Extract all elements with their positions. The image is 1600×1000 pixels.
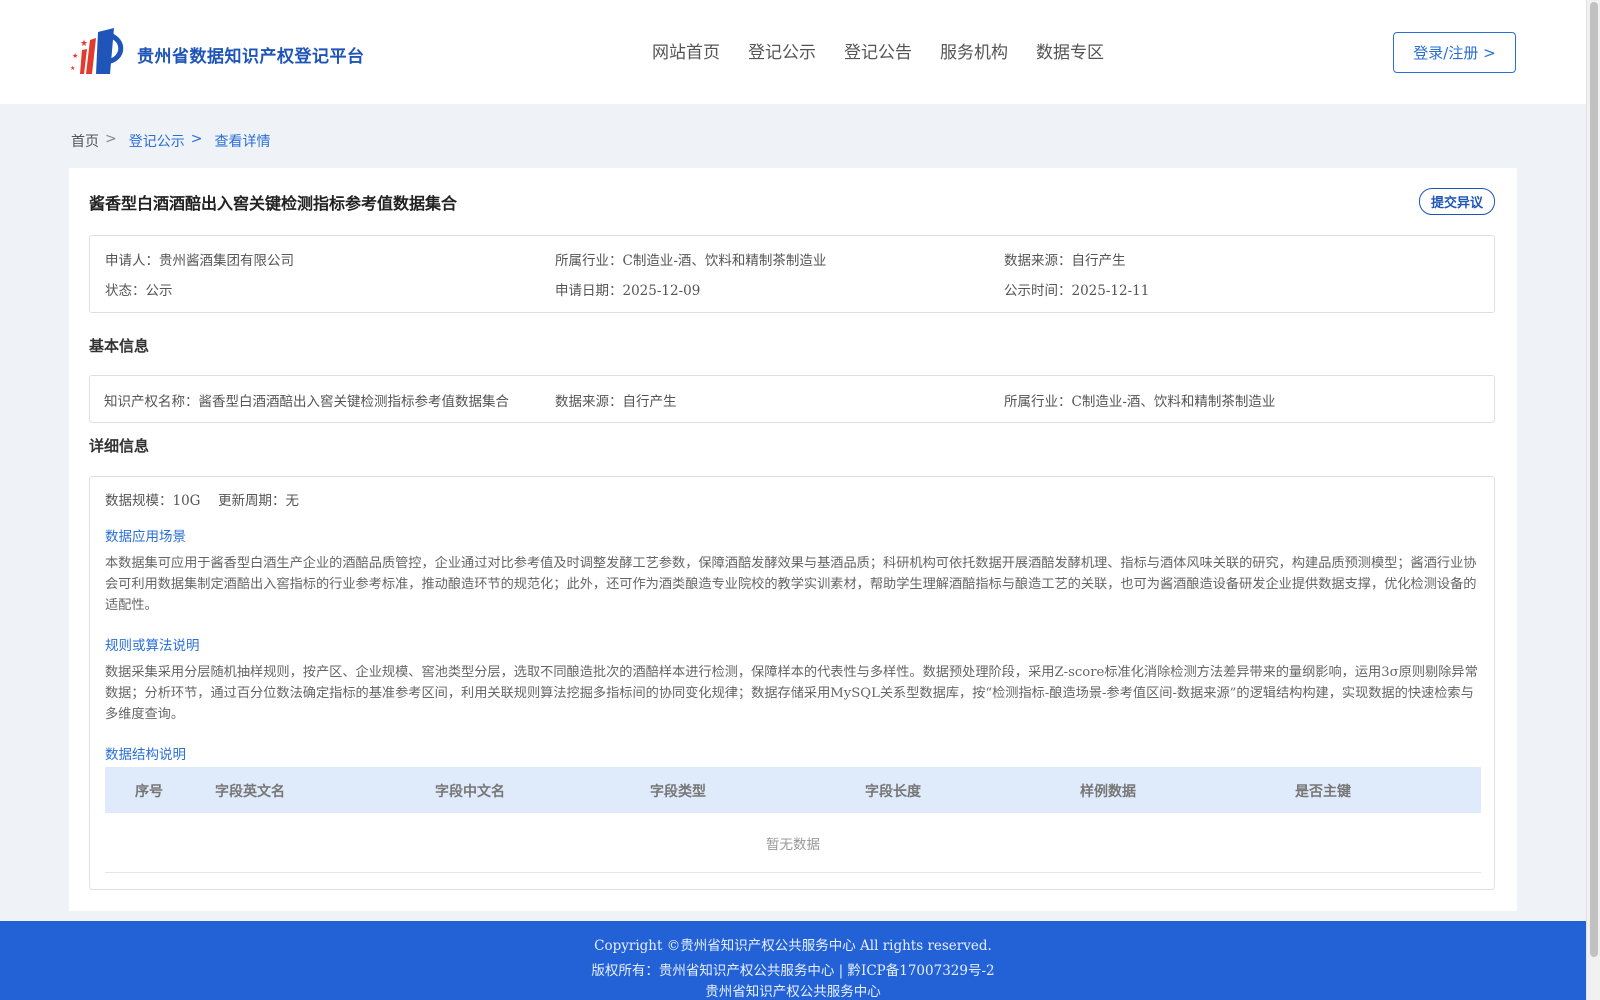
update-cycle-field: 更新周期：无 [218, 489, 299, 509]
data-structure-heading: 数据结构说明 [105, 747, 186, 763]
apply-date-label: 申请日期： [555, 283, 623, 299]
data-source-field: 数据来源：自行产生 [1004, 249, 1126, 269]
basic-source-field: 数据来源：自行产生 [555, 390, 677, 410]
algorithm-heading: 规则或算法说明 [105, 638, 200, 654]
status-value: 公示 [145, 283, 173, 299]
data-structure-table-header: 序号 字段英文名 字段中文名 字段类型 字段长度 样例数据 是否主键 [105, 767, 1481, 813]
basic-industry-value: C制造业-酒、饮料和精制茶制造业 [1071, 394, 1276, 410]
application-scenario-heading: 数据应用场景 [105, 529, 186, 545]
detail-info-heading: 详细信息 [89, 437, 150, 455]
update-cycle-value: 无 [285, 493, 300, 509]
apply-date-field: 申请日期：2025-12-09 [555, 279, 700, 299]
ip-name-field: 知识产权名称：酱香型白酒酒醅出入窖关键检测指标参考值数据集合 [104, 390, 509, 410]
ip-name-value: 酱香型白酒酒醅出入窖关键检测指标参考值数据集合 [198, 394, 510, 410]
data-source-value: 自行产生 [1071, 253, 1126, 269]
breadcrumb-view-details[interactable]: 查看详情 [214, 131, 270, 151]
update-cycle-label: 更新周期： [218, 493, 286, 509]
data-scale-value: 10G [172, 493, 201, 509]
column-header-sample-data: 样例数据 [1080, 784, 1136, 800]
nav-item-registration-publicity[interactable]: 登记公示 [748, 38, 816, 63]
svg-text:★: ★ [72, 52, 78, 60]
breadcrumb-home[interactable]: 首页 [71, 131, 99, 151]
column-header-field-english-name: 字段英文名 [215, 784, 285, 800]
table-empty-state: 暂无数据 [105, 813, 1481, 873]
data-scale-label: 数据规模： [105, 493, 173, 509]
svg-text:★: ★ [70, 65, 75, 72]
breadcrumb-separator: > [190, 131, 203, 147]
algorithm-text: 数据采集采用分层随机抽样规则，按产区、企业规模、窖池类型分层，选取不同酿造批次的… [105, 665, 1478, 722]
apply-date-value: 2025-12-09 [622, 283, 701, 299]
column-header-index: 序号 [135, 784, 163, 800]
footer-copyright: Copyright ©贵州省知识产权公共服务中心 All rights rese… [594, 938, 992, 954]
svg-text:★: ★ [80, 39, 88, 49]
publish-date-label: 公示时间： [1004, 283, 1072, 299]
nav-item-registration-announcement[interactable]: 登记公告 [844, 38, 912, 63]
basic-source-label: 数据来源： [555, 394, 623, 410]
footer-owner-icp[interactable]: 版权所有：贵州省知识产权公共服务中心 | 黔ICP备17007329号-2 [0, 959, 1586, 979]
login-register-button[interactable]: 登录/注册 > [1393, 32, 1516, 73]
site-title[interactable]: 贵州省数据知识产权登记平台 [137, 42, 365, 67]
data-scale-field: 数据规模：10G [105, 489, 200, 509]
applicant-field: 申请人：贵州酱酒集团有限公司 [105, 249, 294, 269]
breadcrumb: 首页 > 登记公示 > 查看详情 [71, 131, 270, 151]
basic-info-heading: 基本信息 [89, 337, 150, 355]
basic-industry-field: 所属行业：C制造业-酒、饮料和精制茶制造业 [1004, 390, 1275, 410]
page-scrollbar[interactable] [1586, 0, 1600, 1000]
detail-info-panel: 数据规模：10G 更新周期：无 数据应用场景 本数据集可应用于酱香型白酒生产企业… [89, 476, 1495, 890]
column-header-primary-key: 是否主键 [1295, 784, 1351, 800]
industry-label: 所属行业： [555, 253, 623, 269]
basic-info-panel: 知识产权名称：酱香型白酒酒醅出入窖关键检测指标参考值数据集合 数据来源：自行产生… [89, 375, 1495, 423]
data-source-label: 数据来源： [1004, 253, 1072, 269]
basic-industry-label: 所属行业： [1004, 394, 1072, 410]
ip-name-label: 知识产权名称： [104, 394, 199, 410]
publish-date-value: 2025-12-11 [1071, 283, 1150, 299]
summary-panel: 申请人：贵州酱酒集团有限公司 所属行业：C制造业-酒、饮料和精制茶制造业 数据来… [89, 235, 1495, 313]
main-nav: 网站首页 登记公示 登记公告 服务机构 数据专区 [652, 38, 1104, 63]
column-header-field-type: 字段类型 [650, 784, 706, 800]
platform-logo-icon[interactable]: ★ ★ ★ [70, 26, 130, 78]
page-title: 酱香型白酒酒醅出入窖关键检测指标参考值数据集合 [89, 194, 458, 213]
application-scenario-text: 本数据集可应用于酱香型白酒生产企业的酒醅品质管控，企业通过对比参考值及时调整发酵… [105, 556, 1477, 613]
status-field: 状态：公示 [105, 279, 173, 299]
publish-date-field: 公示时间：2025-12-11 [1004, 279, 1149, 299]
site-header: ★ ★ ★ 贵州省数据知识产权登记平台 网站首页 登记公示 登记公告 服务机构 … [0, 0, 1586, 104]
breadcrumb-separator: > [105, 131, 117, 147]
detail-card: 酱香型白酒酒醅出入窖关键检测指标参考值数据集合 提交异议 申请人：贵州酱酒集团有… [69, 168, 1517, 911]
nav-item-service-agencies[interactable]: 服务机构 [940, 38, 1008, 63]
site-footer: Copyright ©贵州省知识产权公共服务中心 All rights rese… [0, 921, 1586, 1000]
basic-source-value: 自行产生 [622, 394, 677, 410]
applicant-value: 贵州酱酒集团有限公司 [159, 253, 294, 269]
applicant-label: 申请人： [105, 253, 159, 269]
column-header-field-length: 字段长度 [865, 784, 921, 800]
column-header-field-chinese-name: 字段中文名 [435, 784, 505, 800]
breadcrumb-registration-publicity[interactable]: 登记公示 [129, 131, 185, 151]
scrollbar-thumb[interactable] [1590, 2, 1598, 957]
submit-objection-button[interactable]: 提交异议 [1419, 188, 1495, 215]
industry-value: C制造业-酒、饮料和精制茶制造业 [622, 253, 827, 269]
nav-item-home[interactable]: 网站首页 [652, 38, 720, 63]
nav-item-data-zone[interactable]: 数据专区 [1036, 38, 1104, 63]
footer-organization: 贵州省知识产权公共服务中心 [705, 984, 881, 1000]
industry-field: 所属行业：C制造业-酒、饮料和精制茶制造业 [555, 249, 826, 269]
status-label: 状态： [105, 283, 146, 299]
